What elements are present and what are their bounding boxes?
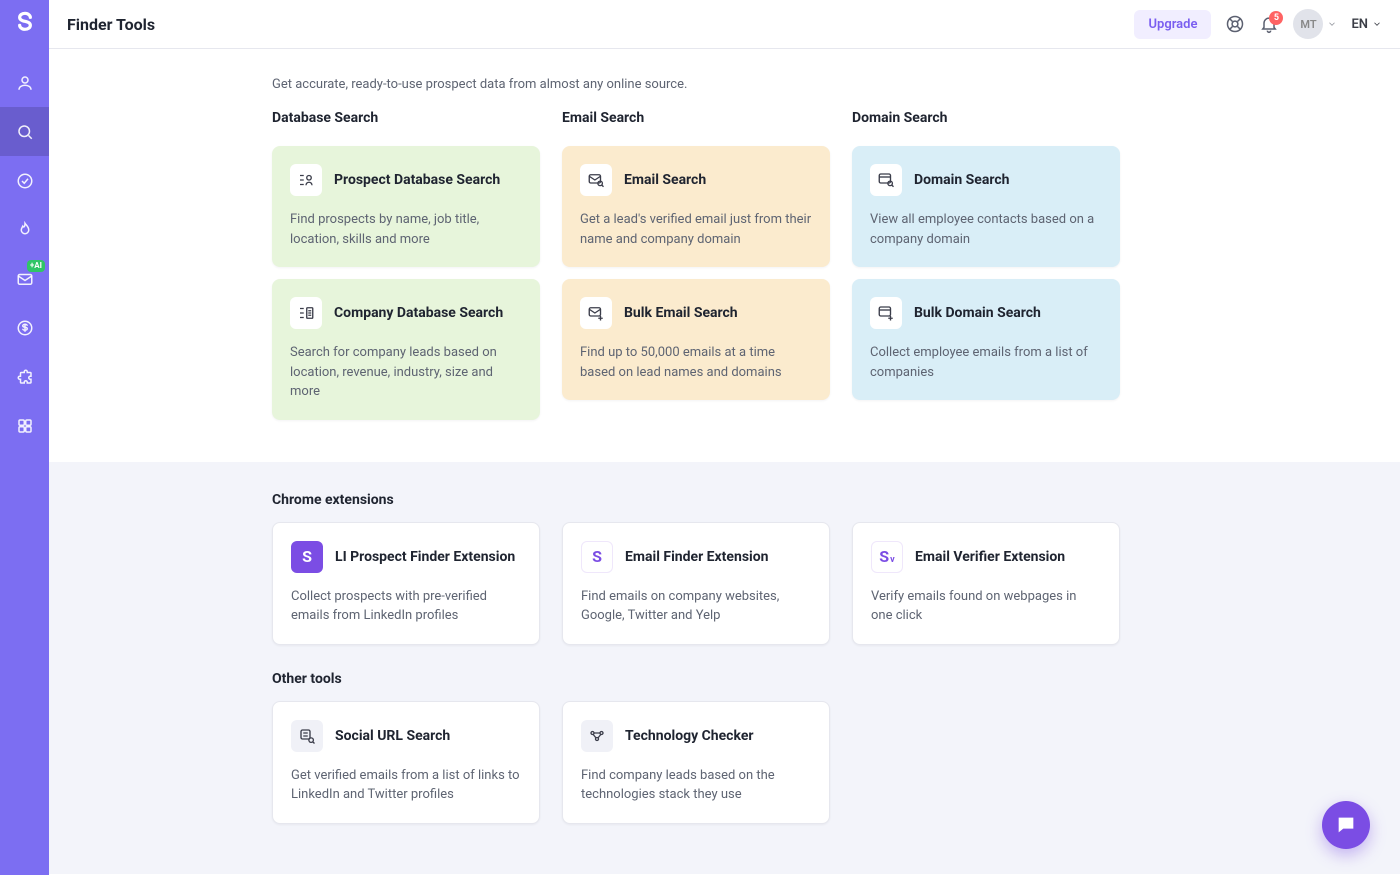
- card-desc: Collect employee emails from a list of c…: [870, 343, 1102, 382]
- help-icon[interactable]: [1225, 14, 1245, 34]
- card-desc: Find up to 50,000 emails at a time based…: [580, 343, 812, 382]
- chevron-down-icon: [1327, 19, 1337, 29]
- sidebar-item-campaigns[interactable]: +AI: [0, 254, 49, 303]
- technology-checker-card[interactable]: Technology Checker Find company leads ba…: [562, 701, 830, 824]
- card-desc: Get a lead's verified email just from th…: [580, 210, 812, 249]
- tech-check-icon: [581, 720, 613, 752]
- email-search-card[interactable]: Email Search Get a lead's verified email…: [562, 146, 830, 267]
- other-tools-heading: Other tools: [272, 671, 1120, 687]
- email-search-column: Email Search Email Search Get a lead's v…: [562, 110, 830, 420]
- search-icon: [16, 123, 34, 141]
- logo-s-icon: [9, 8, 41, 40]
- social-search-icon: [291, 720, 323, 752]
- puzzle-icon: [16, 368, 34, 386]
- chrome-extensions-heading: Chrome extensions: [272, 492, 1120, 508]
- sidebar: +AI: [0, 0, 49, 875]
- sidebar-item-extensions[interactable]: [0, 352, 49, 401]
- globe-search-icon: [870, 164, 902, 196]
- sv-outline-icon: Sv: [871, 541, 903, 573]
- card-title: Email Search: [624, 172, 706, 188]
- section-heading: Domain Search: [852, 110, 1120, 126]
- domain-search-card[interactable]: Domain Search View all employee contacts…: [852, 146, 1120, 267]
- topbar-actions: Upgrade 5 MT EN: [1134, 9, 1382, 39]
- s-purple-icon: S: [291, 541, 323, 573]
- card-desc: View all employee contacts based on a co…: [870, 210, 1102, 249]
- card-desc: Find emails on company websites, Google,…: [581, 587, 811, 626]
- section-heading: Database Search: [272, 110, 540, 126]
- card-title: Domain Search: [914, 172, 1009, 188]
- chat-fab[interactable]: [1322, 801, 1370, 849]
- topbar: Finder Tools Upgrade 5 MT EN: [49, 0, 1400, 49]
- card-title: Prospect Database Search: [334, 172, 500, 188]
- li-prospect-finder-card[interactable]: S LI Prospect Finder Extension Collect p…: [272, 522, 540, 645]
- sidebar-item-warmup[interactable]: [0, 205, 49, 254]
- flame-icon: [16, 221, 34, 239]
- globe-bulk-icon: [870, 297, 902, 329]
- card-desc: Verify emails found on webpages in one c…: [871, 587, 1101, 626]
- chat-icon: [1335, 814, 1357, 836]
- card-desc: Find prospects by name, job title, locat…: [290, 210, 522, 249]
- account-menu[interactable]: MT: [1293, 9, 1337, 39]
- card-title: Email Verifier Extension: [915, 549, 1065, 565]
- card-desc: Collect prospects with pre-verified emai…: [291, 587, 521, 626]
- company-list-icon: [290, 297, 322, 329]
- ai-badge: +AI: [27, 260, 45, 272]
- page-title: Finder Tools: [67, 15, 155, 34]
- database-search-column: Database Search Prospect Database Search…: [272, 110, 540, 420]
- check-circle-icon: [16, 172, 34, 190]
- language-label: EN: [1351, 17, 1368, 32]
- email-finder-extension-card[interactable]: S Email Finder Extension Find emails on …: [562, 522, 830, 645]
- card-title: Technology Checker: [625, 728, 754, 744]
- language-selector[interactable]: EN: [1351, 17, 1382, 32]
- chevron-down-icon: [1372, 19, 1382, 29]
- social-url-search-card[interactable]: Social URL Search Get verified emails fr…: [272, 701, 540, 824]
- sidebar-item-apps[interactable]: [0, 401, 49, 450]
- upgrade-button[interactable]: Upgrade: [1134, 10, 1211, 39]
- mail-bulk-icon: [580, 297, 612, 329]
- mail-search-icon: [580, 164, 612, 196]
- card-title: LI Prospect Finder Extension: [335, 549, 515, 565]
- sidebar-item-verify[interactable]: [0, 156, 49, 205]
- mail-icon: [16, 270, 34, 288]
- card-title: Bulk Domain Search: [914, 305, 1041, 321]
- apps-grid-icon: [16, 417, 34, 435]
- dollar-circle-icon: [16, 319, 34, 337]
- bulk-email-search-card[interactable]: Bulk Email Search Find up to 50,000 emai…: [562, 279, 830, 400]
- card-title: Email Finder Extension: [625, 549, 768, 565]
- domain-search-column: Domain Search Domain Search View all emp…: [852, 110, 1120, 420]
- email-verifier-extension-card[interactable]: Sv Email Verifier Extension Verify email…: [852, 522, 1120, 645]
- notification-count-badge: 5: [1269, 11, 1283, 25]
- section-heading: Email Search: [562, 110, 830, 126]
- card-title: Social URL Search: [335, 728, 450, 744]
- sidebar-item-contacts[interactable]: [0, 58, 49, 107]
- card-desc: Get verified emails from a list of links…: [291, 766, 521, 805]
- card-desc: Find company leads based on the technolo…: [581, 766, 811, 805]
- sidebar-item-search[interactable]: [0, 107, 49, 156]
- bulk-domain-search-card[interactable]: Bulk Domain Search Collect employee emai…: [852, 279, 1120, 400]
- app-logo[interactable]: [9, 8, 41, 40]
- card-desc: Search for company leads based on locati…: [290, 343, 522, 402]
- notifications-icon[interactable]: 5: [1259, 14, 1279, 34]
- person-icon: [16, 74, 34, 92]
- card-title: Company Database Search: [334, 305, 503, 321]
- prospect-database-search-card[interactable]: Prospect Database Search Find prospects …: [272, 146, 540, 267]
- s-outline-icon: S: [581, 541, 613, 573]
- person-list-icon: [290, 164, 322, 196]
- content-scroll: Get accurate, ready-to-use prospect data…: [49, 49, 1400, 875]
- sidebar-item-deals[interactable]: [0, 303, 49, 352]
- card-title: Bulk Email Search: [624, 305, 738, 321]
- company-database-search-card[interactable]: Company Database Search Search for compa…: [272, 279, 540, 420]
- avatar: MT: [1293, 9, 1323, 39]
- intro-text: Get accurate, ready-to-use prospect data…: [272, 77, 1120, 92]
